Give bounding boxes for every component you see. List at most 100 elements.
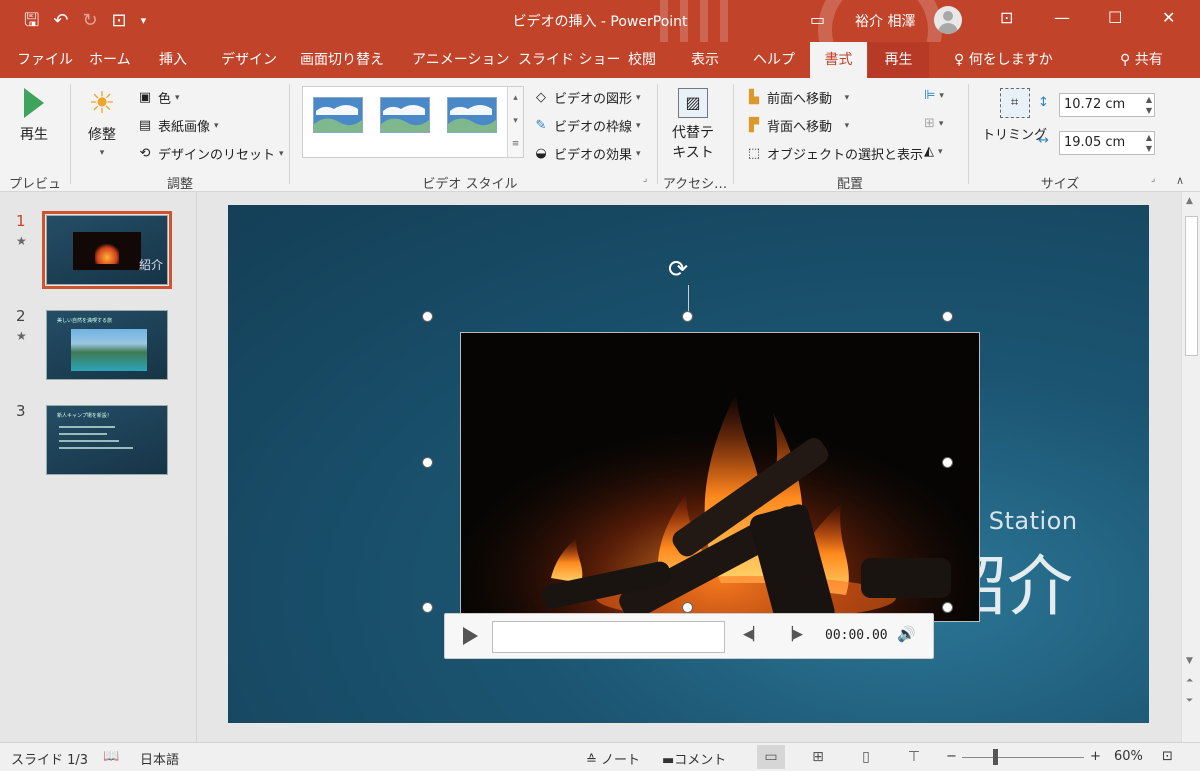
tab-help[interactable]: ヘルプ <box>743 42 805 78</box>
reading-view-button[interactable]: ▯ <box>852 745 880 769</box>
preview-play-button[interactable]: 再生 <box>20 88 48 144</box>
tab-playback[interactable]: 再生 <box>868 42 929 78</box>
reset-design-icon: ⟲ <box>139 145 151 161</box>
resize-handle[interactable] <box>422 457 433 468</box>
share-button[interactable]: ⚲ 共有 <box>1110 42 1173 78</box>
video-shape-button[interactable]: ◇ ビデオの図形 ▾ <box>532 88 641 108</box>
comments-button[interactable]: ▬コメント <box>662 749 726 768</box>
resize-handle[interactable] <box>942 457 953 468</box>
poster-frame-button[interactable]: ▤ 表紙画像 ▾ <box>136 116 219 136</box>
step-back-icon[interactable]: ◀▏ <box>743 627 763 642</box>
tab-format[interactable]: 書式 <box>810 42 867 78</box>
video-style-option[interactable] <box>447 97 497 133</box>
collapse-ribbon-icon[interactable]: ∧ <box>1176 174 1184 187</box>
height-spinner[interactable]: ▲ ▼ <box>1146 94 1152 116</box>
resize-handle[interactable] <box>682 602 693 613</box>
video-style-option[interactable] <box>313 97 363 133</box>
height-field[interactable]: 10.72 cm ▲ ▼ <box>1059 93 1155 117</box>
tab-slideshow[interactable]: スライド ショー <box>508 42 630 78</box>
normal-view-button[interactable]: ▭ <box>757 745 785 769</box>
user-name[interactable]: 裕介 相澤 <box>855 11 915 31</box>
send-backward-button[interactable]: ▛ 背面へ移動 ▾ <box>745 116 849 136</box>
tab-transitions[interactable]: 画面切り替え <box>290 42 394 78</box>
mini-bullet-line <box>59 433 107 435</box>
spelling-icon[interactable]: 📖 <box>103 749 119 764</box>
volume-icon[interactable]: 🔊 <box>897 625 916 643</box>
tab-view[interactable]: 表示 <box>681 42 729 78</box>
slide-sorter-view-button[interactable]: ⊞ <box>804 745 832 769</box>
corrections-button[interactable]: ☀ 修整 ▾ <box>88 86 116 159</box>
slide-thumbnail-2[interactable]: 美しい自然を満喫する旅 <box>46 310 168 380</box>
video-effects-button[interactable]: ◒ ビデオの効果 ▾ <box>532 144 641 164</box>
video-shape-label: ビデオの図形 <box>554 92 633 107</box>
gallery-more-icon[interactable]: ≡ <box>508 133 523 156</box>
play-button[interactable] <box>455 623 481 649</box>
resize-handle[interactable] <box>682 311 693 322</box>
slideshow-view-button[interactable]: ⊤ <box>900 745 928 769</box>
resize-handle[interactable] <box>422 602 433 613</box>
ribbon-collapse-icon[interactable]: ⊡ <box>1000 8 1013 27</box>
selection-pane-button[interactable]: ⬚ オブジェクトの選択と表示 <box>745 144 924 164</box>
tab-review[interactable]: 校閲 <box>618 42 666 78</box>
zoom-level[interactable]: 60% <box>1114 749 1143 764</box>
align-icon[interactable]: ⊫ ▾ <box>924 88 944 103</box>
avatar[interactable] <box>934 6 962 34</box>
rotate-handle-icon[interactable]: ⟳ <box>668 255 688 283</box>
slide-thumbnail-3[interactable]: 新人キャンプ場を新設！ <box>46 405 168 475</box>
gallery-scroll[interactable]: ▴ ▾ ≡ <box>507 87 523 157</box>
share-icon: ⚲ <box>1120 52 1131 68</box>
scrollbar-thumb[interactable] <box>1185 216 1198 356</box>
scroll-down-icon[interactable]: ▼ <box>1186 656 1193 666</box>
corrections-label: 修整 <box>88 127 116 143</box>
rotate-icon[interactable]: ◭ ▾ <box>924 144 943 159</box>
step-forward-icon[interactable]: ▕▶ <box>783 627 803 642</box>
video-style-option[interactable] <box>380 97 430 133</box>
vertical-scrollbar[interactable]: ▲ ▼ ⏶ ⏷ <box>1181 192 1200 742</box>
previous-slide-icon[interactable]: ⏶ <box>1186 676 1193 686</box>
slide-thumbnail-1[interactable]: 紹介 <box>42 211 172 289</box>
alt-text-button[interactable]: ▨ 代替テ キスト <box>672 88 714 162</box>
fit-to-window-icon[interactable]: ⊡ <box>1162 749 1173 764</box>
group-objects-icon[interactable]: ⊞ ▾ <box>924 116 943 131</box>
chevron-down-icon[interactable]: ▾ <box>508 110 523 133</box>
scroll-up-icon[interactable]: ▲ <box>1186 196 1193 206</box>
resize-handle[interactable] <box>422 311 433 322</box>
bring-forward-button[interactable]: ▙ 前面へ移動 ▾ <box>745 88 849 108</box>
tab-file[interactable]: ファイル <box>7 42 83 78</box>
dialog-launcher-icon[interactable]: ⌟ <box>643 174 647 184</box>
zoom-in-button[interactable]: + <box>1090 749 1101 764</box>
media-progress-bar[interactable] <box>492 621 725 653</box>
reset-design-button[interactable]: ⟲ デザインのリセット ▾ <box>136 144 284 164</box>
zoom-slider[interactable] <box>962 757 1084 758</box>
zoom-slider-thumb[interactable] <box>993 749 998 765</box>
mini-slide-title: 美しい自然を満喫する旅 <box>57 318 113 324</box>
close-button[interactable]: ✕ <box>1162 8 1175 27</box>
selection-pane-label: オブジェクトの選択と表示 <box>767 148 924 163</box>
ribbon-display-options-icon[interactable]: ▭ <box>810 10 825 29</box>
color-button[interactable]: ▣ 色 ▾ <box>136 88 180 108</box>
video-frame[interactable] <box>460 332 980 622</box>
animation-star-icon: ★ <box>16 329 27 343</box>
resize-handle[interactable] <box>942 311 953 322</box>
video-border-button[interactable]: ✎ ビデオの枠線 ▾ <box>532 116 641 136</box>
resize-handle[interactable] <box>942 602 953 613</box>
chevron-down-icon: ▾ <box>636 148 641 159</box>
sun-icon: ☀ <box>88 86 116 121</box>
tab-home[interactable]: ホーム <box>79 42 141 78</box>
tab-insert[interactable]: 挿入 <box>149 42 197 78</box>
mini-bullet-line <box>59 426 115 428</box>
minimize-button[interactable]: — <box>1054 8 1070 27</box>
slide-canvas[interactable]: mp Station 紹介 ⟳ ◀▏ ▕▶ 00:00.00 🔊 <box>228 205 1149 723</box>
tell-me-box[interactable]: ♀ 何をしますか <box>944 42 1063 78</box>
tab-animations[interactable]: アニメーション <box>402 42 519 78</box>
next-slide-icon[interactable]: ⏷ <box>1186 696 1193 706</box>
chevron-up-icon[interactable]: ▴ <box>508 87 523 110</box>
dialog-launcher-icon[interactable]: ⌟ <box>1151 174 1155 184</box>
language-indicator[interactable]: 日本語 <box>140 749 179 768</box>
notes-button[interactable]: ≙ ノート <box>586 749 640 768</box>
width-field[interactable]: 19.05 cm ▲ ▼ <box>1059 131 1155 155</box>
maximize-button[interactable]: ☐ <box>1108 8 1122 27</box>
zoom-out-button[interactable]: − <box>946 749 957 764</box>
tab-design[interactable]: デザイン <box>211 42 287 78</box>
width-spinner[interactable]: ▲ ▼ <box>1146 132 1152 154</box>
